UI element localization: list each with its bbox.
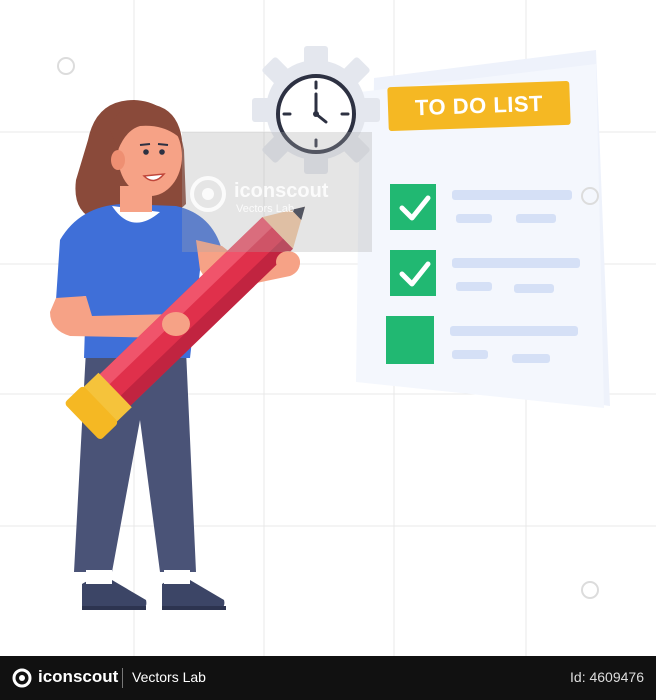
watermark-brand: iconscout [234,180,329,202]
checkbox-2 [390,250,436,296]
footer-author[interactable]: Vectors Lab [132,669,206,685]
watermark-subtitle: Vectors Lab [236,203,295,215]
footer-bar: iconscout Vectors Lab Id: 4609476 [0,656,656,700]
todo-list-title: TO DO LIST [387,80,571,132]
left-shoe [82,579,147,610]
footer-brand[interactable]: iconscout [38,667,118,687]
footer-divider [122,668,123,688]
iconscout-logo-icon [12,668,32,688]
checkbox-3 [386,316,434,364]
checkbox-1 [390,184,436,230]
footer-asset-id: Id: 4609476 [570,669,644,685]
right-shoe [162,579,225,610]
